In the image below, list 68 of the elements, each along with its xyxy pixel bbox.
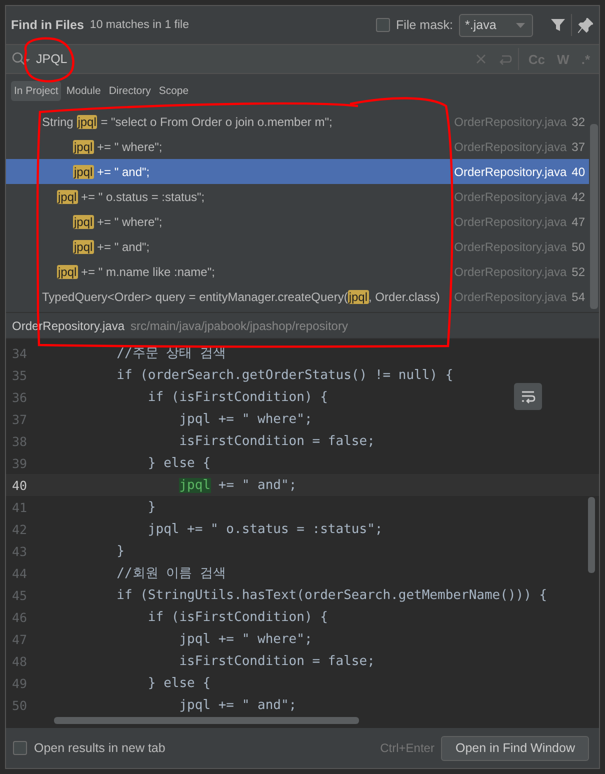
search-field[interactable]: JPQL [36,52,470,66]
result-row[interactable]: String jpql = "select o From Order o join o.member m"; OrderRepository.java 32 [6,109,589,134]
line-number: 48 [11,654,28,668]
line-number: 34 [11,346,28,360]
result-row[interactable]: jpql += " and"; OrderRepository.java 50 [6,234,589,259]
code-line: jpql += " o.status = :status"; [146,522,383,536]
line-number: 50 [11,698,28,712]
result-row[interactable]: jpql += " where"; OrderRepository.java 47 [6,209,589,234]
file-mask-label: File mask: [396,18,453,32]
line-number: 49 [11,676,28,690]
result-row[interactable]: jpql += " m.name like :name"; OrderRepository.java 52 [6,259,589,284]
scope-tab[interactable]: Scope [156,81,192,101]
code-line: isFirstCondition = false; [178,654,375,668]
code-line: //주문 상태 검색 [116,345,226,362]
open-in-find-window-button[interactable]: Open in Find Window [441,736,589,760]
line-number: 38 [11,434,28,448]
search-icon[interactable] [12,52,30,66]
scope-tab[interactable]: In Project [11,81,62,101]
scope-tab[interactable]: Directory [106,81,154,101]
result-row[interactable]: jpql += " o.status = :status"; OrderRepository.java 42 [6,184,589,209]
line-number: 47 [11,632,28,646]
file-mask-checkbox[interactable] [376,18,390,32]
shortcut-hint: Ctrl+Enter [380,741,434,755]
soft-wrap-button[interactable] [514,383,542,410]
line-number: 43 [11,544,28,558]
pin-icon[interactable] [578,18,593,32]
preview-file-path: src/main/java/jpabook/jpashop/repository [130,318,348,332]
code-line: isFirstCondition = false; [178,434,375,448]
result-row[interactable]: TypedQuery<Order> query = entityManager.createQuery(jpql, Order.class) OrderRepository.java 54 [6,284,589,309]
code-line: if (isFirstCondition) { [146,610,328,624]
code-line: if (orderSearch.getOrderStatus() != null) { [116,368,454,382]
code-line: } else { [146,456,211,470]
filter-icon[interactable] [551,18,565,32]
match-count: 10 matches in 1 file [90,19,190,31]
line-number: 41 [11,500,28,514]
wrap-icon [520,390,536,404]
code-line: } else { [146,676,211,690]
line-number: 35 [11,368,28,382]
line-number: 39 [11,456,28,470]
code-line: jpql += " where"; [178,632,312,646]
file-mask-dropdown[interactable]: *.java [459,14,533,36]
line-number: 45 [11,588,28,602]
newline-icon[interactable] [498,53,512,65]
scrollbar-thumb[interactable] [54,717,359,724]
result-row[interactable]: jpql += " where"; OrderRepository.java 37 [6,134,589,159]
line-number: 36 [11,390,28,404]
new-tab-label: Open results in new tab [34,741,166,755]
clear-icon[interactable] [476,54,486,64]
line-number: 37 [11,412,28,426]
line-number: 42 [11,522,28,536]
code-line: //회원 이름 검색 [116,565,226,582]
code-line: if (isFirstCondition) { [146,390,328,404]
dialog-title: Find in Files [11,18,84,32]
code-line: if (StringUtils.hasText(orderSearch.getMemberName())) { [116,588,548,602]
dropdown-arrow-icon[interactable] [516,22,525,28]
scrollbar-thumb[interactable] [588,497,595,573]
code-line: } [116,544,124,558]
result-row[interactable]: jpql += " and"; OrderRepository.java 40 [6,159,589,184]
scope-tab[interactable]: Module [63,81,104,101]
code-line: jpql += " and"; [178,478,297,492]
line-number: 44 [11,566,28,580]
code-line: jpql += " where"; [178,412,312,426]
line-number: 40 [11,478,28,492]
scrollbar-thumb[interactable] [590,124,598,309]
code-line: jpql += " and"; [178,698,297,712]
code-line: } [146,500,156,514]
line-number: 46 [11,610,28,624]
new-tab-checkbox[interactable] [13,741,27,755]
